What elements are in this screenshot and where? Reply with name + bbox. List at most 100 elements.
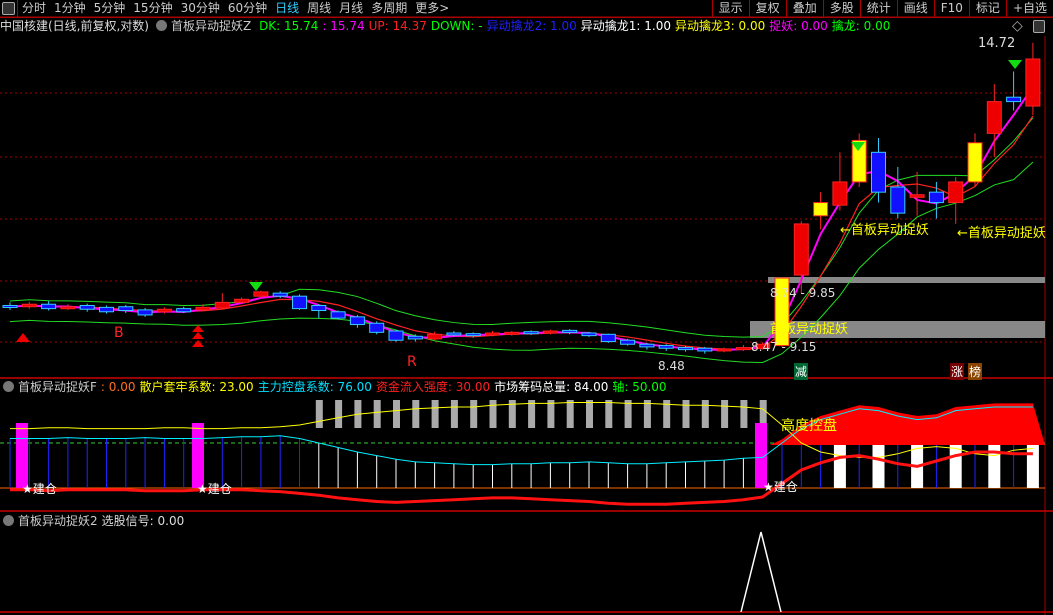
- candle: [986, 101, 1002, 134]
- build-bar: [192, 423, 204, 488]
- candle: [41, 303, 57, 310]
- panel-toggle-icon[interactable]: [1033, 20, 1045, 33]
- legend-values: : 0.00 散户套牢系数: 23.00 主力控盘系数: 76.00 资金流入强度: …: [101, 380, 671, 394]
- signal-label: 首板异动捉妖: [770, 322, 849, 337]
- chip-bar: [489, 400, 497, 428]
- chip-bar: [547, 400, 555, 428]
- high-control-label: 高度控盘: [781, 418, 837, 434]
- up-arrow-icon: [192, 332, 204, 339]
- candle: [60, 306, 76, 310]
- legend-value: 资金流入强度: 30.00: [375, 380, 491, 394]
- legend-value: 轴: 50.00: [612, 380, 667, 394]
- chip-bar: [949, 440, 962, 488]
- candle: [697, 347, 713, 352]
- chip-bar: [682, 400, 690, 428]
- chip-bar: [833, 440, 846, 488]
- candle: [735, 347, 751, 351]
- chip-bar: [315, 400, 323, 428]
- up-arrow-icon: [192, 340, 204, 347]
- buy-triangle-icon: [16, 333, 30, 342]
- candle: [967, 142, 983, 183]
- legend-value: 主力控盘系数: 76.00: [257, 380, 372, 394]
- chip-bar: [605, 400, 613, 428]
- candle: [832, 181, 848, 206]
- candle: [369, 322, 385, 333]
- chip-bar: [450, 400, 458, 428]
- indicator-name[interactable]: 首板异动捉妖2: [18, 514, 98, 528]
- candle: [465, 333, 481, 337]
- candle: [407, 335, 423, 340]
- r-marker: R: [407, 354, 417, 370]
- candle: [542, 330, 558, 334]
- candle: [562, 329, 578, 333]
- chip-bar: [643, 400, 651, 428]
- candle: [813, 202, 829, 217]
- candle: [948, 181, 964, 204]
- candle: [388, 330, 404, 341]
- chip-bar: [1026, 440, 1039, 488]
- candle: [234, 298, 250, 303]
- sell-triangle-icon: [249, 282, 263, 291]
- candle: [446, 332, 462, 336]
- build-text: 建仓: [207, 482, 232, 496]
- chip-bar: [721, 400, 729, 428]
- indicator-menu-icon[interactable]: [3, 515, 14, 526]
- candle: [485, 332, 500, 336]
- zone-band: [768, 277, 1045, 283]
- chip-bar: [624, 400, 632, 428]
- legend-value: : 0.00: [100, 380, 136, 394]
- chip-bar: [740, 400, 748, 428]
- signal-spike: [740, 531, 782, 613]
- build-position-label: ★建仓: [22, 482, 57, 496]
- chip-bar: [872, 440, 885, 488]
- bang-badge: 榜: [968, 363, 983, 380]
- chip-bar: [431, 400, 439, 428]
- candle: [639, 343, 655, 348]
- candle: [1006, 96, 1022, 103]
- candle: [118, 306, 134, 312]
- chip-bar: [373, 400, 381, 428]
- candle: [504, 331, 520, 335]
- candle: [1025, 58, 1041, 107]
- candle: [21, 303, 37, 308]
- chip-bar: [528, 400, 536, 428]
- candle: [427, 333, 443, 340]
- candle: [349, 316, 365, 326]
- candle: [272, 292, 288, 297]
- candle: [2, 304, 18, 308]
- candle: [214, 301, 230, 309]
- candle: [99, 306, 114, 313]
- zone-lower-label: 8.47 - 9.15: [751, 340, 817, 354]
- diamond-icon[interactable]: ◇: [1012, 18, 1023, 34]
- indicator-menu-icon[interactable]: [3, 381, 14, 392]
- candle: [620, 339, 636, 345]
- candle: [137, 309, 153, 316]
- chip-bar: [566, 400, 574, 428]
- build-position-label: ★建仓: [763, 480, 798, 494]
- chip-bar: [701, 400, 709, 428]
- chip-bar: [470, 400, 478, 428]
- candle: [658, 345, 674, 349]
- chip-bar: [393, 400, 400, 428]
- buy-marker: B: [114, 325, 124, 341]
- candle: [156, 308, 172, 313]
- chip-bar: [412, 400, 420, 428]
- candle: [311, 304, 327, 312]
- build-position-label: ★建仓: [197, 482, 232, 496]
- sell-triangle-icon: [1008, 60, 1022, 69]
- signal-label: ←首板异动捉妖: [840, 223, 929, 238]
- candle: [581, 332, 597, 337]
- chip-bar: [988, 440, 1001, 488]
- build-text: 建仓: [773, 480, 798, 494]
- panel2-legend: 首板异动捉妖F : 0.00 散户套牢系数: 23.00 主力控盘系数: 76.00 资…: [0, 380, 675, 395]
- signal-label: ←首板异动捉妖: [957, 226, 1046, 241]
- indicator-name[interactable]: 首板异动捉妖F: [18, 380, 97, 394]
- high-price-label: 14.72: [978, 36, 1016, 51]
- candle: [195, 306, 211, 311]
- candle: [793, 223, 809, 276]
- candle: [253, 291, 269, 297]
- candle: [79, 304, 95, 310]
- build-bar: [16, 423, 28, 488]
- zone-upper-label: 8.74 - 9.85: [770, 286, 836, 300]
- candle: [890, 186, 906, 214]
